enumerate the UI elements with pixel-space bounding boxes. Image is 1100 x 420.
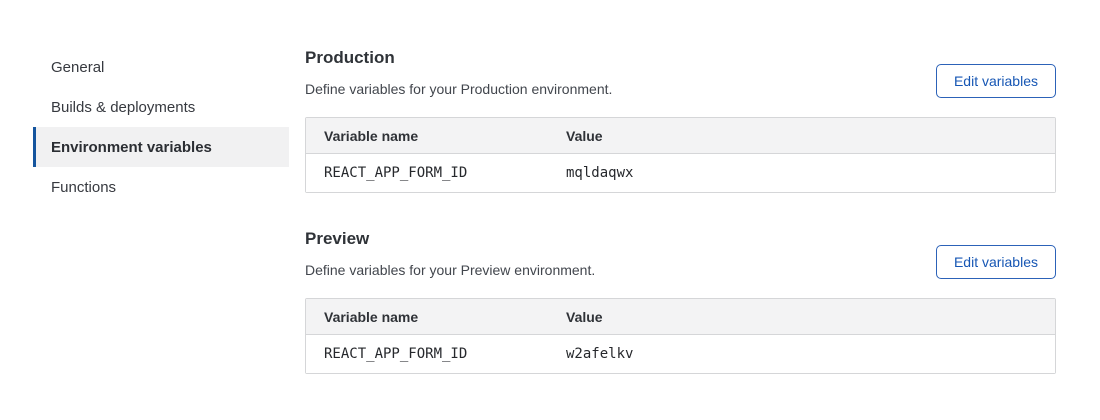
production-variables-table: Variable name Value REACT_APP_FORM_ID mq… <box>305 117 1056 193</box>
table-header-row: Variable name Value <box>306 118 1055 154</box>
preview-edit-variables-button[interactable]: Edit variables <box>936 245 1056 279</box>
production-edit-variables-button[interactable]: Edit variables <box>936 64 1056 98</box>
table-row: REACT_APP_FORM_ID w2afelkv <box>306 335 1055 373</box>
variable-value-cell: mqldaqwx <box>548 165 1055 181</box>
variable-value-cell: w2afelkv <box>548 346 1055 362</box>
sidebar-item-general[interactable]: General <box>33 47 289 87</box>
preview-section: Preview Define variables for your Previe… <box>305 229 1056 374</box>
settings-sidebar: General Builds & deployments Environment… <box>33 0 289 207</box>
environment-variables-content: Production Define variables for your Pro… <box>305 0 1056 374</box>
column-header-variable-name: Variable name <box>306 309 548 325</box>
table-row: REACT_APP_FORM_ID mqldaqwx <box>306 154 1055 192</box>
column-header-value: Value <box>548 128 1055 144</box>
preview-variables-table: Variable name Value REACT_APP_FORM_ID w2… <box>305 298 1056 374</box>
sidebar-item-builds-deployments[interactable]: Builds & deployments <box>33 87 289 127</box>
table-header-row: Variable name Value <box>306 299 1055 335</box>
production-section: Production Define variables for your Pro… <box>305 48 1056 193</box>
sidebar-item-functions[interactable]: Functions <box>33 167 289 207</box>
column-header-variable-name: Variable name <box>306 128 548 144</box>
variable-name-cell: REACT_APP_FORM_ID <box>306 165 548 181</box>
column-header-value: Value <box>548 309 1055 325</box>
variable-name-cell: REACT_APP_FORM_ID <box>306 346 548 362</box>
settings-page: General Builds & deployments Environment… <box>0 0 1100 374</box>
sidebar-item-environment-variables[interactable]: Environment variables <box>33 127 289 167</box>
